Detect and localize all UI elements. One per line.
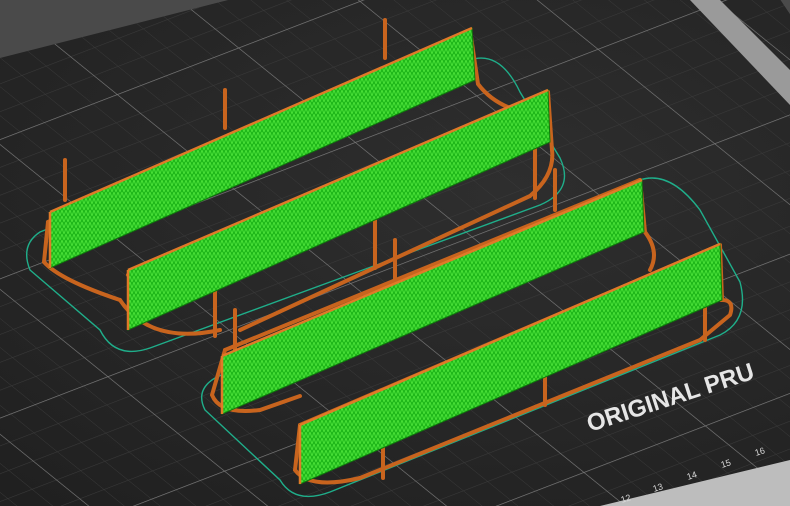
print-preview-viewport[interactable]: ORIGINAL PRU 12 13 14 15 16: [0, 0, 790, 506]
